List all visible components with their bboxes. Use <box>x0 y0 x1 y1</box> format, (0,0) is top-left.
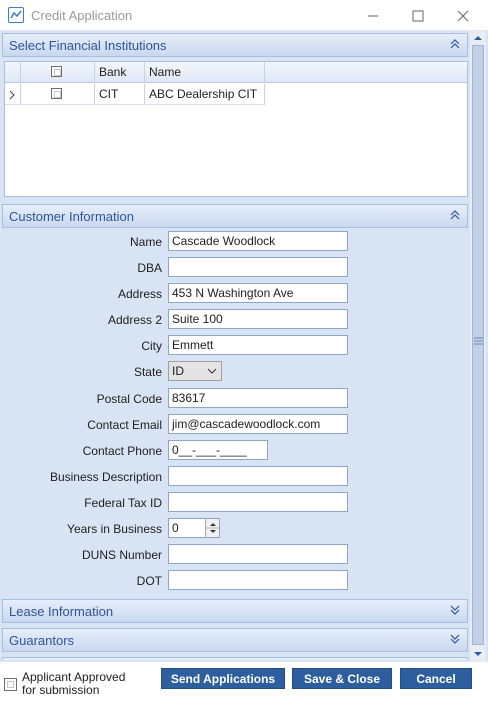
state-label: State <box>133 365 162 379</box>
address2-field[interactable]: Suite 100 <box>168 309 348 329</box>
app-icon <box>8 7 24 23</box>
vertical-scrollbar[interactable] <box>470 31 486 662</box>
minimize-icon <box>368 15 378 16</box>
approved-checkbox[interactable] <box>4 678 17 691</box>
years-in-business-stepper[interactable]: 0 <box>168 518 220 538</box>
scroll-area: Select Financial Institutions Bank Name <box>2 33 468 660</box>
dba-field[interactable] <box>168 257 348 277</box>
column-bank[interactable]: Bank <box>95 62 145 83</box>
save-close-button[interactable]: Save & Close <box>292 668 392 689</box>
customer-section-header[interactable]: Customer Information <box>2 204 468 228</box>
window-title: Credit Application <box>31 8 133 23</box>
lease-title: Lease Information <box>9 604 114 619</box>
table-row[interactable]: CIT ABC Dealership CIT <box>5 84 265 105</box>
contact-phone-label: Contact Phone <box>82 444 162 458</box>
state-select[interactable]: ID <box>168 361 222 381</box>
row-indicator-header <box>5 62 21 83</box>
name-label: Name <box>129 235 162 249</box>
stepper-buttons[interactable] <box>205 519 219 537</box>
chevron-right-icon <box>9 90 15 100</box>
collapse-icon[interactable] <box>449 37 461 51</box>
row-checkbox[interactable] <box>51 88 62 99</box>
guarantors-title: Guarantors <box>9 633 75 648</box>
years-in-business-label: Years in Business <box>67 522 162 536</box>
send-applications-button[interactable]: Send Applications <box>161 668 285 689</box>
duns-number-label: DUNS Number <box>81 548 162 562</box>
dialog-footer: Applicant Approved for submission Send A… <box>0 662 488 704</box>
address-field[interactable]: 453 N Washington Ave <box>168 283 348 303</box>
bank-cell: CIT <box>95 84 145 105</box>
collapse-icon[interactable] <box>449 208 461 222</box>
state-value: ID <box>172 364 184 378</box>
lease-section-header[interactable]: Lease Information <box>2 599 468 623</box>
address2-label: Address 2 <box>107 313 162 327</box>
next-section-header[interactable] <box>2 657 468 660</box>
up-down-arrows-icon <box>206 523 219 533</box>
maximize-button[interactable] <box>395 0 441 31</box>
close-icon <box>457 10 469 21</box>
federal-tax-id-field[interactable] <box>168 492 348 512</box>
postal-code-label: Postal Code <box>96 392 162 406</box>
name-cell: ABC Dealership CIT <box>145 84 265 105</box>
dot-field[interactable] <box>168 570 348 590</box>
city-field[interactable]: Emmett <box>168 335 348 355</box>
dialog-body: Select Financial Institutions Bank Name <box>0 31 488 662</box>
contact-email-label: Contact Email <box>87 418 162 432</box>
customer-title: Customer Information <box>9 209 134 224</box>
cancel-button[interactable]: Cancel <box>400 668 472 689</box>
row-indicator <box>5 84 21 105</box>
grip-icon <box>474 337 483 345</box>
select-all-checkbox[interactable] <box>51 66 62 77</box>
scroll-thumb[interactable] <box>472 45 484 645</box>
years-in-business-value: 0 <box>172 521 179 535</box>
business-description-label: Business Description <box>49 470 162 484</box>
row-select-cell <box>21 84 95 105</box>
grid-header: Bank Name <box>5 62 467 83</box>
customer-form: Name Cascade Woodlock DBA Address 453 N … <box>2 228 468 601</box>
business-description-field[interactable] <box>168 466 348 486</box>
dba-label: DBA <box>137 261 162 275</box>
select-all-cell <box>21 62 95 83</box>
column-name[interactable]: Name <box>145 62 265 83</box>
contact-email-field[interactable]: jim@cascadewoodlock.com <box>168 414 348 434</box>
postal-code-field[interactable]: 83617 <box>168 388 348 408</box>
address-label: Address <box>117 287 162 301</box>
title-bar: Credit Application <box>0 0 488 31</box>
dot-label: DOT <box>136 574 162 588</box>
guarantors-section-header[interactable]: Guarantors <box>2 628 468 652</box>
city-label: City <box>141 339 162 353</box>
scroll-down-icon[interactable] <box>474 651 482 657</box>
name-field[interactable]: Cascade Woodlock <box>168 231 348 251</box>
close-button[interactable] <box>440 0 486 31</box>
contact-phone-field[interactable]: 0__-___-____ <box>168 440 268 460</box>
chevron-down-icon <box>207 368 217 374</box>
institutions-grid: Bank Name CIT ABC Dealership CIT <box>4 61 468 197</box>
maximize-icon <box>412 10 424 21</box>
approved-label: Applicant Approved for submission <box>22 670 126 697</box>
duns-number-field[interactable] <box>168 544 348 564</box>
federal-tax-id-label: Federal Tax ID <box>84 496 162 510</box>
scroll-up-icon[interactable] <box>474 35 482 41</box>
expand-icon[interactable] <box>449 632 461 646</box>
institutions-section-header[interactable]: Select Financial Institutions <box>2 33 468 57</box>
expand-icon[interactable] <box>449 603 461 617</box>
minimize-button[interactable] <box>350 0 396 31</box>
institutions-title: Select Financial Institutions <box>9 38 167 53</box>
